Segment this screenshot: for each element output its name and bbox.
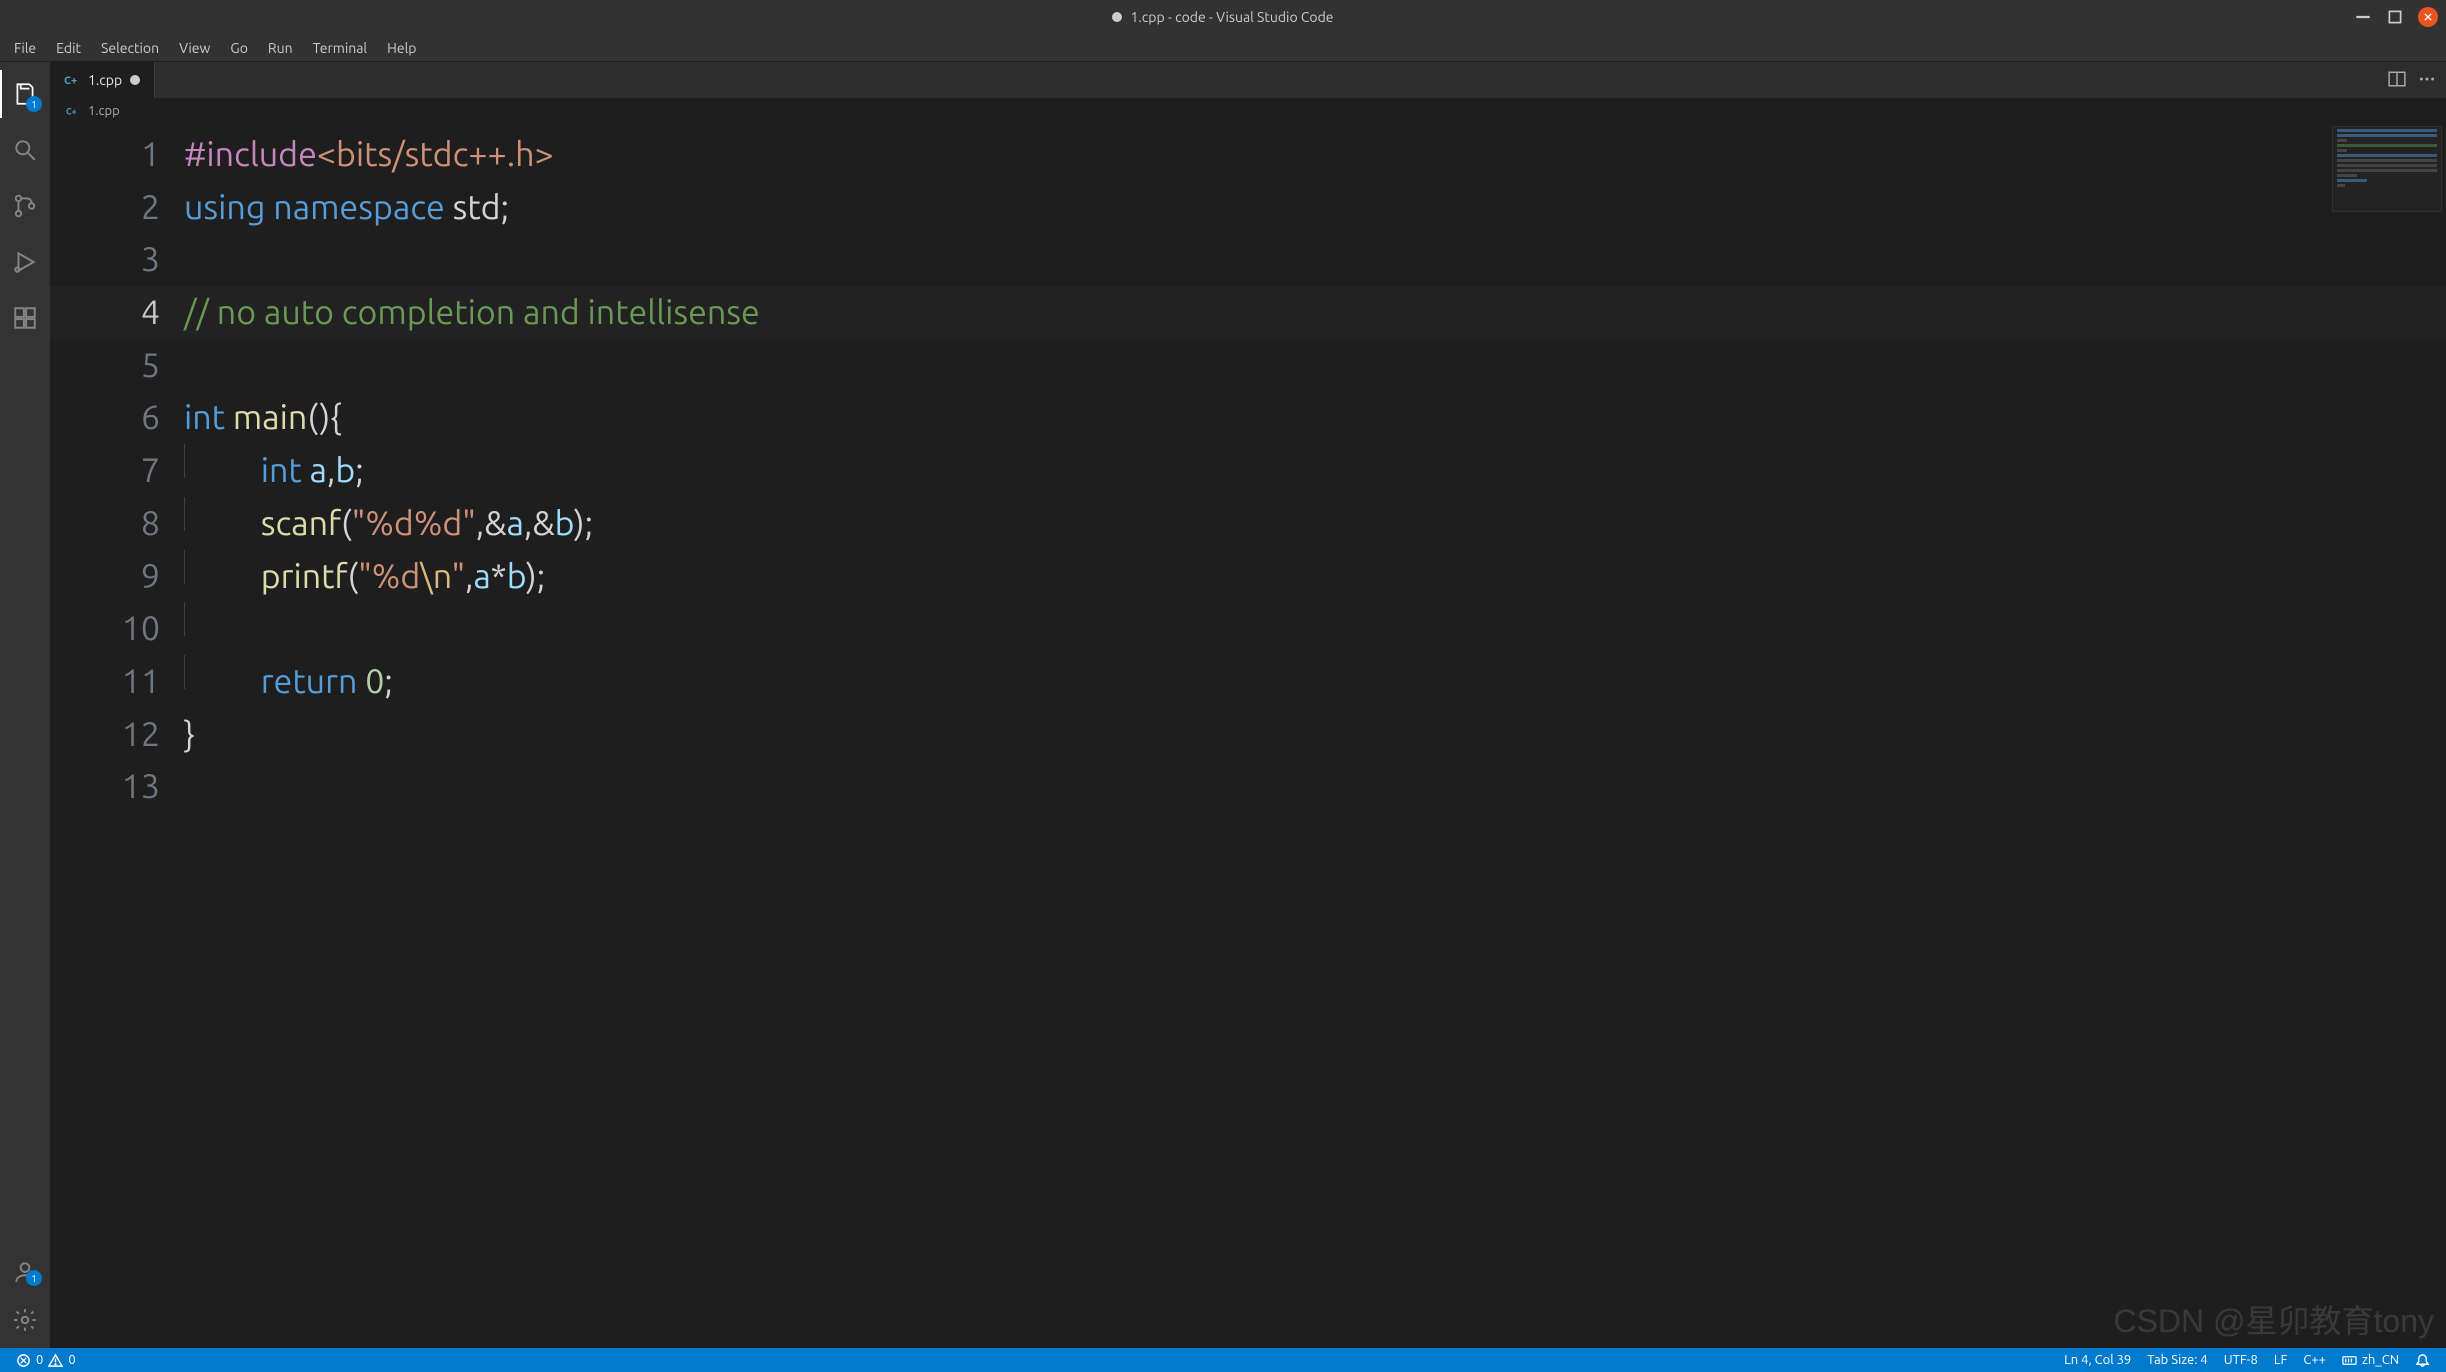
activity-accounts[interactable]: 1	[0, 1252, 50, 1292]
status-eol[interactable]: LF	[2266, 1353, 2295, 1367]
activity-source-control[interactable]	[0, 182, 50, 230]
title-bar: 1.cpp - code - Visual Studio Code	[0, 0, 2446, 34]
code-content	[184, 233, 2446, 286]
status-indentation[interactable]: Tab Size: 4	[2139, 1353, 2216, 1367]
line-number: 12	[50, 708, 184, 761]
code-content: scanf("%d%d",&a,&b);	[184, 497, 2446, 550]
code-line[interactable]: 4// no auto completion and intellisense	[50, 286, 2446, 339]
code-content	[184, 339, 2446, 392]
minimize-button[interactable]	[2354, 8, 2372, 26]
window-controls	[2354, 0, 2438, 34]
code-line[interactable]: 8scanf("%d%d",&a,&b);	[50, 497, 2446, 550]
activity-search[interactable]	[0, 126, 50, 174]
line-number: 8	[50, 497, 184, 550]
line-number: 2	[50, 181, 184, 234]
code-editor[interactable]: 1#include<bits/stdc++.h>2using namespace…	[50, 124, 2446, 1348]
line-number: 13	[50, 760, 184, 813]
window-title: 1.cpp - code - Visual Studio Code	[1130, 9, 1333, 25]
cpp-file-icon: C+	[64, 72, 80, 88]
cpp-file-icon: C+	[66, 104, 80, 118]
code-line[interactable]: 2using namespace std;	[50, 181, 2446, 234]
code-content: return 0;	[184, 655, 2446, 708]
code-line[interactable]: 7int a,b;	[50, 444, 2446, 497]
menu-selection[interactable]: Selection	[91, 36, 169, 60]
code-line[interactable]: 11return 0;	[50, 655, 2446, 708]
tab-dirty-indicator-icon	[130, 75, 140, 85]
status-errors-count: 0	[36, 1353, 43, 1367]
status-notifications[interactable]	[2407, 1353, 2438, 1368]
more-actions-button[interactable]	[2418, 70, 2436, 91]
editor-tabs: C+ 1.cpp	[50, 62, 2446, 98]
close-button[interactable]	[2418, 7, 2438, 27]
code-content: int main(){	[184, 391, 2446, 444]
menu-file[interactable]: File	[4, 36, 46, 60]
activity-extensions[interactable]	[0, 294, 50, 342]
svg-text:C+: C+	[66, 106, 77, 116]
code-content	[184, 602, 2446, 655]
code-content: printf("%d\n",a*b);	[184, 550, 2446, 603]
menu-edit[interactable]: Edit	[46, 36, 91, 60]
svg-text:C+: C+	[64, 75, 77, 87]
tab-actions	[2378, 62, 2446, 98]
code-line[interactable]: 10	[50, 602, 2446, 655]
tab-label: 1.cpp	[88, 72, 122, 88]
code-line[interactable]: 13	[50, 760, 2446, 813]
status-cursor-position[interactable]: Ln 4, Col 39	[2056, 1353, 2139, 1367]
accounts-badge: 1	[26, 1270, 42, 1286]
line-number: 6	[50, 391, 184, 444]
breadcrumb-file: 1.cpp	[88, 104, 120, 118]
menu-help[interactable]: Help	[377, 36, 426, 60]
status-warnings-count: 0	[68, 1353, 75, 1367]
code-content: int a,b;	[184, 444, 2446, 497]
code-line[interactable]: 9printf("%d\n",a*b);	[50, 550, 2446, 603]
line-number: 9	[50, 550, 184, 603]
main-area: 1 1 C+	[0, 62, 2446, 1348]
minimap[interactable]	[2332, 126, 2442, 212]
code-content: using namespace std;	[184, 181, 2446, 234]
status-bar: 0 0 Ln 4, Col 39 Tab Size: 4 UTF-8 LF C+…	[0, 1348, 2446, 1372]
unsaved-dot-icon	[1112, 12, 1122, 22]
line-number: 5	[50, 339, 184, 392]
line-number: 3	[50, 233, 184, 286]
code-line[interactable]: 5	[50, 339, 2446, 392]
activity-explorer[interactable]: 1	[0, 70, 50, 118]
window-title-group: 1.cpp - code - Visual Studio Code	[1112, 9, 1333, 25]
code-content: }	[184, 708, 2446, 761]
code-content: #include<bits/stdc++.h>	[184, 128, 2446, 181]
code-line[interactable]: 1#include<bits/stdc++.h>	[50, 128, 2446, 181]
activity-run-debug[interactable]	[0, 238, 50, 286]
maximize-button[interactable]	[2386, 8, 2404, 26]
line-number: 7	[50, 444, 184, 497]
code-line[interactable]: 6int main(){	[50, 391, 2446, 444]
status-ime[interactable]: zh_CN	[2334, 1353, 2407, 1368]
code-line[interactable]: 3	[50, 233, 2446, 286]
explorer-badge: 1	[26, 96, 42, 112]
status-problems[interactable]: 0 0	[8, 1348, 84, 1372]
activity-settings[interactable]	[0, 1300, 50, 1340]
line-number: 1	[50, 128, 184, 181]
code-content: // no auto completion and intellisense	[184, 286, 2446, 339]
line-number: 11	[50, 655, 184, 708]
line-number: 10	[50, 602, 184, 655]
code-line[interactable]: 12}	[50, 708, 2446, 761]
split-editor-button[interactable]	[2388, 70, 2406, 91]
activity-bar: 1 1	[0, 62, 50, 1348]
line-number: 4	[50, 286, 184, 339]
code-content	[184, 760, 2446, 813]
menu-go[interactable]: Go	[220, 36, 257, 60]
status-encoding[interactable]: UTF-8	[2216, 1353, 2266, 1367]
menu-view[interactable]: View	[169, 36, 220, 60]
menu-run[interactable]: Run	[258, 36, 303, 60]
status-language-mode[interactable]: C++	[2295, 1353, 2334, 1367]
editor-area: C+ 1.cpp C+ 1.cpp 1#include<bit	[50, 62, 2446, 1348]
menu-bar: FileEditSelectionViewGoRunTerminalHelp	[0, 34, 2446, 62]
tab-1-cpp[interactable]: C+ 1.cpp	[50, 62, 155, 98]
menu-terminal[interactable]: Terminal	[303, 36, 378, 60]
breadcrumb[interactable]: C+ 1.cpp	[50, 98, 2446, 124]
